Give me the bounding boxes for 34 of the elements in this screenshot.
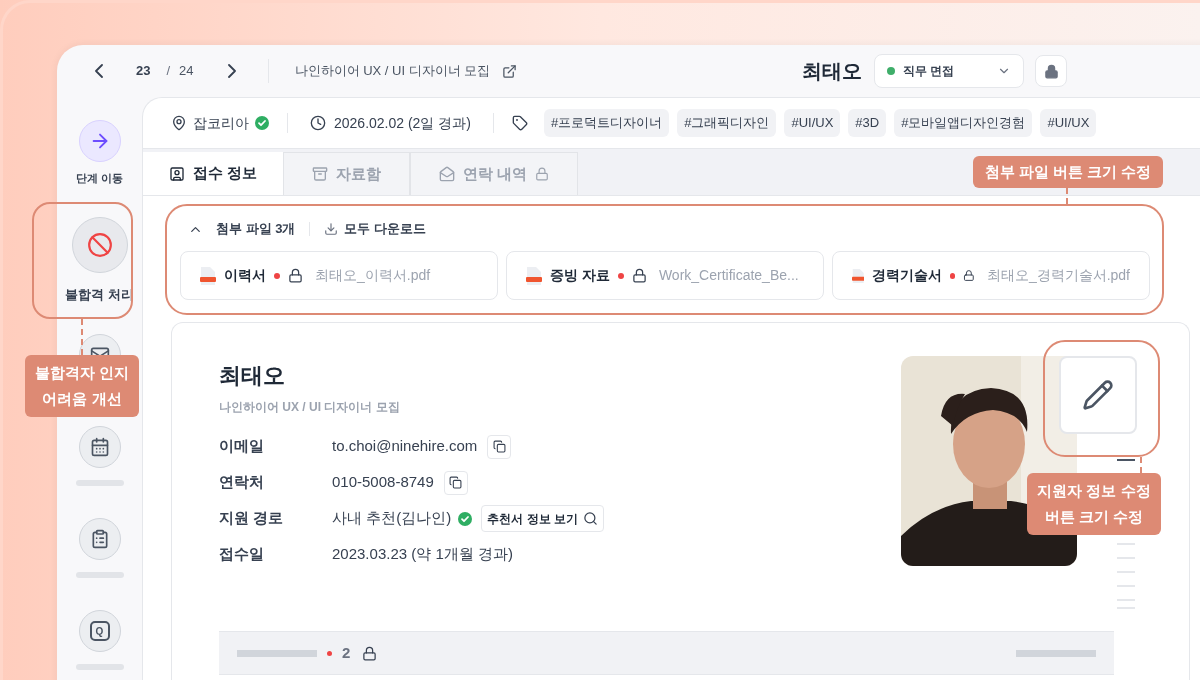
- item-count: 2: [342, 642, 351, 663]
- q-icon: Q: [89, 621, 110, 641]
- field-label: 지원 경로: [219, 508, 285, 529]
- field-value: 사내 추천(김나인): [332, 508, 452, 529]
- attachment-label: 경력기술서: [872, 266, 943, 285]
- file-name: 최태오_경력기술서.pdf: [986, 266, 1130, 285]
- candidate-name: 최태오: [802, 59, 862, 84]
- tag-chip: #그래픽디자인: [677, 109, 777, 137]
- field-value: 010-5008-8749: [332, 472, 434, 493]
- attachments-title: 첨부 파일 3개: [216, 220, 296, 239]
- job-title: 나인하이어 UX / UI 디자이너 모집: [219, 399, 401, 416]
- tag-chip: #UI/UX: [1040, 109, 1097, 137]
- total-count: 24: [179, 62, 194, 81]
- tag-chip: #3D: [848, 109, 887, 137]
- received-date: 2026.02.02 (2일 경과): [334, 113, 471, 133]
- tag-chip: #프로덕트디자이너: [543, 109, 670, 137]
- field-label: 접수일: [219, 544, 265, 565]
- file-name: 최태오_이력서.pdf: [315, 266, 431, 285]
- field-label: 이메일: [219, 436, 265, 457]
- attachment-label: 증빙 자료: [550, 266, 610, 285]
- annotation-tooltip: 첨부 파일 버튼 크기 수정: [973, 156, 1163, 188]
- annotation-tooltip: 불합격자 인지 어려움 개선: [25, 355, 139, 417]
- annotation-tooltip: 지원자 정보 수정 버튼 크기 수정: [1027, 473, 1161, 535]
- index-separator: /: [166, 62, 171, 81]
- field-label: 연락처: [219, 472, 265, 493]
- profile-name: 최태오: [219, 362, 286, 390]
- file-name: Work_Certificate_Be...: [658, 266, 799, 285]
- source-name: 잡코리아: [193, 113, 249, 133]
- current-index: 23: [136, 62, 151, 81]
- tag-chip: #모바일앱디자인경험: [894, 109, 1033, 137]
- field-value: to.choi@ninehire.com: [332, 436, 478, 457]
- attachment-label: 이력서: [224, 266, 266, 285]
- tag-chip: #UI/UX: [784, 109, 841, 137]
- field-value: 2023.03.23 (약 1개월 경과): [332, 544, 513, 565]
